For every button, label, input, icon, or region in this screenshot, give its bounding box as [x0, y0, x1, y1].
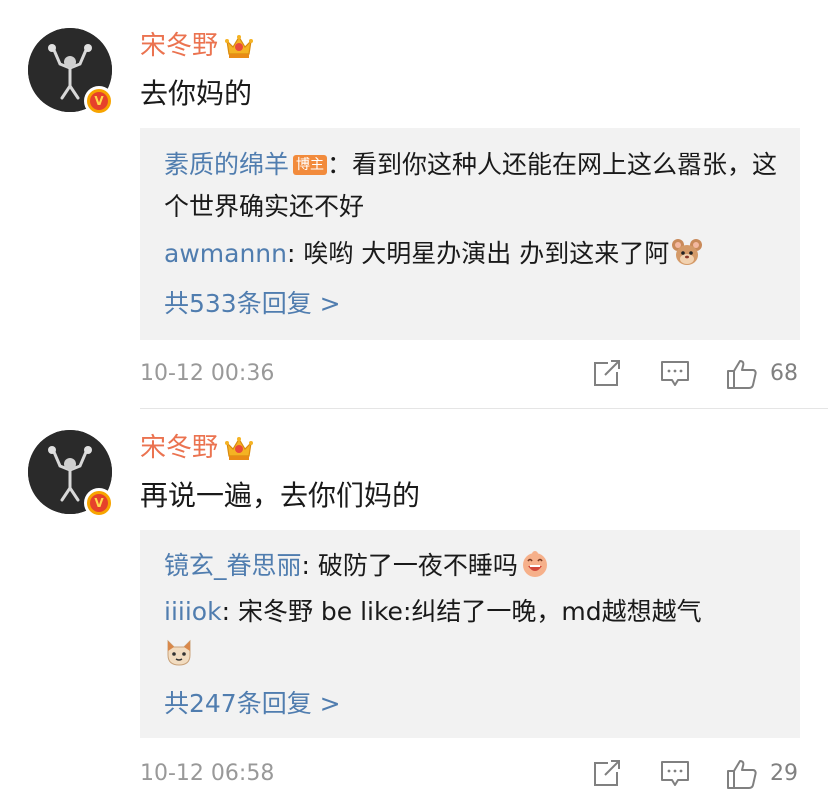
- verified-badge-icon: V: [84, 86, 114, 116]
- like-icon[interactable]: [726, 358, 758, 390]
- comment-footer: 10-12 00:36 68: [140, 354, 800, 394]
- reply-username[interactable]: 素质的绵羊: [164, 150, 289, 179]
- crown-icon: [225, 437, 254, 460]
- like-count: 29: [770, 761, 798, 786]
- reply-separator: :: [221, 597, 238, 626]
- reply-box[interactable]: 镜玄_眷思丽: 破防了一夜不睡吗 iiiiok: 宋冬野 be like:纠结了…: [140, 530, 800, 738]
- comment-item: V 宋冬野 去你妈的 素质的绵羊 博主 ：看到你这种人还能在网上这么嚣张，这个世界确…: [0, 0, 828, 400]
- reply-username[interactable]: iiiiok: [164, 597, 222, 626]
- comment-icon[interactable]: [660, 360, 690, 388]
- username[interactable]: 宋冬野: [140, 28, 218, 64]
- mouse-emoji-icon: [672, 239, 703, 265]
- reply-username[interactable]: 镜玄_眷思丽: [164, 551, 302, 580]
- reply-line: 素质的绵羊 博主 ：看到你这种人还能在网上这么嚣张，这个世界确实还不好: [164, 144, 778, 228]
- comment-item: V 宋冬野 再说一遍，去你们妈的 镜玄_眷思丽: 破防了一夜不睡吗 iiiiok…: [0, 400, 828, 800]
- username[interactable]: 宋冬野: [140, 430, 218, 466]
- reply-line: iiiiok: 宋冬野 be like:纠结了一晚，md越想越气: [164, 592, 778, 674]
- reply-separator: ：: [327, 150, 353, 179]
- crown-icon: [225, 35, 254, 58]
- share-icon[interactable]: [592, 360, 622, 388]
- comment-text: 去你妈的: [140, 77, 253, 110]
- share-icon[interactable]: [592, 760, 622, 788]
- reply-line: 镜玄_眷思丽: 破防了一夜不睡吗: [164, 546, 778, 586]
- username-row: 宋冬野: [140, 430, 254, 466]
- reply-text: 破防了一夜不睡吗: [317, 551, 518, 580]
- comment-text: 再说一遍，去你们妈的: [140, 479, 421, 512]
- verified-badge-icon: V: [84, 488, 114, 518]
- laughing-baby-emoji-icon: [522, 551, 547, 577]
- reply-text: 唉哟 大明星办演出 办到这来了阿: [303, 239, 670, 268]
- cat-emoji-icon: [167, 639, 191, 666]
- reply-separator: :: [286, 239, 304, 268]
- like-icon[interactable]: [726, 758, 758, 790]
- timestamp: 10-12 00:36: [140, 361, 275, 386]
- reply-username[interactable]: awmannn: [164, 239, 287, 268]
- comment-icon[interactable]: [660, 760, 690, 788]
- comment-footer: 10-12 06:58 29: [140, 754, 800, 794]
- timestamp: 10-12 06:58: [140, 761, 275, 786]
- verified-letter: V: [90, 494, 108, 512]
- view-replies-link[interactable]: 共533条回复 >: [164, 284, 341, 324]
- reply-line: awmannn: 唉哟 大明星办演出 办到这来了阿: [164, 234, 778, 274]
- blogger-tag: 博主: [293, 155, 328, 175]
- verified-letter: V: [90, 92, 108, 110]
- like-count: 68: [770, 361, 798, 386]
- view-replies-link[interactable]: 共247条回复 >: [164, 684, 341, 724]
- reply-box[interactable]: 素质的绵羊 博主 ：看到你这种人还能在网上这么嚣张，这个世界确实还不好 awmann…: [140, 128, 800, 340]
- reply-separator: :: [301, 551, 318, 580]
- username-row: 宋冬野: [140, 28, 254, 64]
- reply-text: 宋冬野 be like:纠结了一晚，md越想越气: [237, 597, 702, 626]
